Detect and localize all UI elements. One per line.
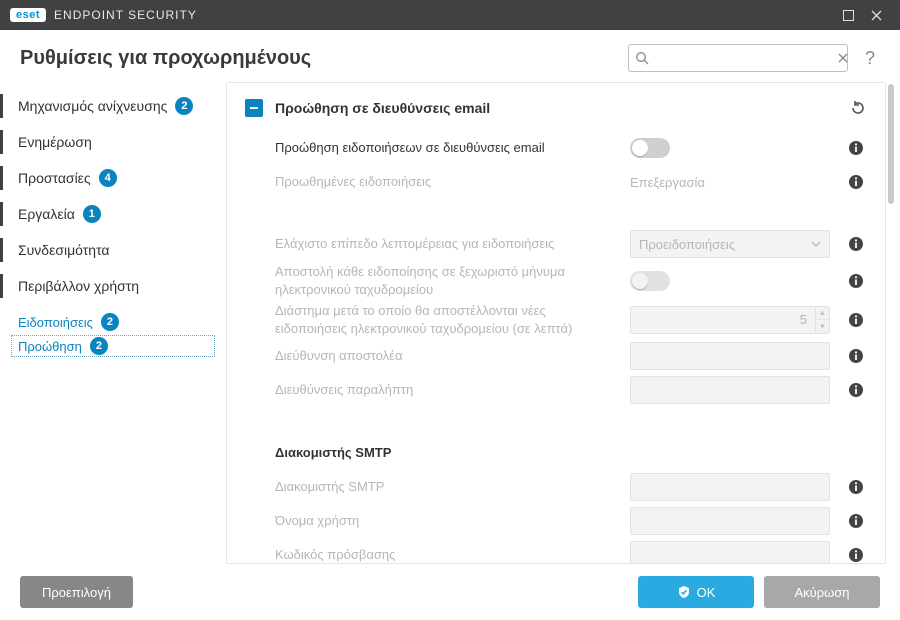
interval-stepper[interactable]: ▲ ▼ — [630, 306, 830, 334]
sidebar-item-connectivity[interactable]: Συνδεσιμότητα — [10, 232, 216, 268]
sidebar-item-label: Προώθηση — [18, 339, 82, 354]
interval-input[interactable] — [631, 307, 815, 333]
smtp-server-input[interactable] — [630, 473, 830, 501]
label-recipients: Διευθύνσεις παραλήπτη — [245, 381, 620, 399]
sidebar-item-label: Μηχανισμός ανίχνευσης — [18, 98, 167, 114]
sidebar-item-user-interface[interactable]: Περιβάλλον χρήστη — [10, 268, 216, 304]
label-forwarded-notifications: Προωθημένες ειδοποιήσεις — [245, 173, 620, 191]
default-button[interactable]: Προεπιλογή — [20, 576, 133, 608]
stepper-up-icon[interactable]: ▲ — [816, 307, 829, 321]
sender-input[interactable] — [630, 342, 830, 370]
clear-search-icon[interactable] — [837, 52, 849, 64]
page-title: Ρυθμίσεις για προχωρημένους — [20, 47, 616, 70]
label-interval: Διάστημα μετά το οποίο θα αποστέλλονται … — [245, 302, 620, 337]
info-icon[interactable] — [845, 236, 867, 252]
stepper-down-icon[interactable]: ▼ — [816, 320, 829, 333]
badge: 2 — [90, 337, 108, 355]
sidebar-item-label: Προστασίες — [18, 170, 91, 186]
sidebar-item-label: Εργαλεία — [18, 206, 75, 222]
edit-forwarded-link[interactable]: Επεξεργασία — [630, 175, 705, 190]
brand-text: ENDPOINT SECURITY — [54, 8, 197, 22]
brand-badge: eset — [10, 8, 46, 22]
badge: 4 — [99, 169, 117, 187]
shield-icon — [677, 585, 691, 599]
label-smtp-password: Κωδικός πρόσβασης — [245, 546, 620, 564]
brand: eset ENDPOINT SECURITY — [10, 8, 197, 22]
info-icon[interactable] — [845, 382, 867, 398]
search-icon — [635, 51, 649, 65]
info-icon[interactable] — [845, 140, 867, 156]
sidebar-item-label: Συνδεσιμότητα — [18, 242, 110, 258]
search-input[interactable] — [649, 51, 837, 66]
header: Ρυθμίσεις για προχωρημένους ? — [0, 30, 900, 82]
sidebar-item-update[interactable]: Ενημέρωση — [10, 124, 216, 160]
label-separate-emails: Αποστολή κάθε ειδοποίησης σε ξεχωριστό μ… — [245, 263, 620, 298]
verbosity-select[interactable]: Προειδοποιήσεις — [630, 230, 830, 258]
content-panel: Προώθηση σε διευθύνσεις email Προώθηση ε… — [226, 82, 886, 564]
info-icon[interactable] — [845, 479, 867, 495]
badge: 2 — [101, 313, 119, 331]
default-button-label: Προεπιλογή — [42, 585, 111, 600]
sidebar-item-tools[interactable]: Εργαλεία 1 — [10, 196, 216, 232]
badge: 2 — [175, 97, 193, 115]
label-smtp-server: Διακομιστής SMTP — [245, 478, 620, 496]
sidebar-item-label: Περιβάλλον χρήστη — [18, 278, 139, 294]
label-sender: Διεύθυνση αποστολέα — [245, 347, 620, 365]
label-verbosity: Ελάχιστο επίπεδο λεπτομέρειας για ειδοπο… — [245, 235, 620, 253]
ok-button-label: ΟΚ — [697, 585, 716, 600]
smtp-subheading: Διακομιστής SMTP — [275, 445, 867, 460]
search-box[interactable] — [628, 44, 848, 72]
toggle-separate-emails[interactable] — [630, 271, 670, 291]
sidebar-item-detection-engine[interactable]: Μηχανισμός ανίχνευσης 2 — [10, 88, 216, 124]
sidebar-sub-notifications[interactable]: Ειδοποιήσεις 2 — [10, 310, 216, 334]
section-title: Προώθηση σε διευθύνσεις email — [275, 100, 837, 116]
info-icon[interactable] — [845, 174, 867, 190]
footer: Προεπιλογή ΟΚ Ακύρωση — [0, 564, 900, 620]
cancel-button[interactable]: Ακύρωση — [764, 576, 880, 608]
label-forward-enable: Προώθηση ειδοποιήσεων σε διευθύνσεις ema… — [245, 139, 620, 157]
cancel-button-label: Ακύρωση — [794, 585, 849, 600]
maximize-icon[interactable] — [834, 0, 862, 30]
sidebar-item-protections[interactable]: Προστασίες 4 — [10, 160, 216, 196]
help-icon[interactable]: ? — [860, 48, 880, 69]
revert-icon[interactable] — [849, 99, 867, 117]
badge: 1 — [83, 205, 101, 223]
label-smtp-user: Όνομα χρήστη — [245, 512, 620, 530]
sidebar-item-label: Ενημέρωση — [18, 134, 92, 150]
info-icon[interactable] — [845, 273, 867, 289]
smtp-password-input[interactable] — [630, 541, 830, 564]
info-icon[interactable] — [845, 348, 867, 364]
info-icon[interactable] — [845, 547, 867, 563]
collapse-icon[interactable] — [245, 99, 263, 117]
scrollbar[interactable] — [888, 82, 894, 564]
sidebar-sub-forwarding[interactable]: Προώθηση 2 — [10, 334, 216, 358]
verbosity-value: Προειδοποιήσεις — [639, 237, 735, 252]
close-icon[interactable] — [862, 0, 890, 30]
chevron-down-icon — [811, 237, 821, 252]
titlebar: eset ENDPOINT SECURITY — [0, 0, 900, 30]
sidebar: Μηχανισμός ανίχνευσης 2 Ενημέρωση Προστα… — [0, 82, 226, 564]
scrollbar-thumb[interactable] — [888, 84, 894, 204]
ok-button[interactable]: ΟΚ — [638, 576, 754, 608]
sidebar-item-label: Ειδοποιήσεις — [18, 315, 93, 330]
smtp-user-input[interactable] — [630, 507, 830, 535]
toggle-forward-enable[interactable] — [630, 138, 670, 158]
info-icon[interactable] — [845, 513, 867, 529]
info-icon[interactable] — [845, 312, 867, 328]
recipients-input[interactable] — [630, 376, 830, 404]
